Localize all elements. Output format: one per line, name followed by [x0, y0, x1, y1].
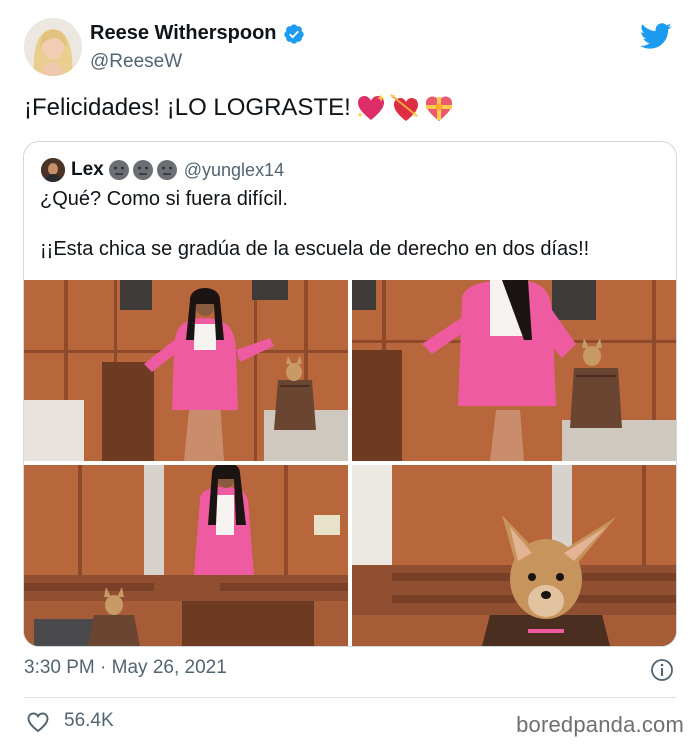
- photo-3[interactable]: [24, 465, 348, 646]
- author-handle[interactable]: @ReeseW: [90, 51, 182, 73]
- tweet-header: Reese Witherspoon @ReeseW: [24, 16, 680, 80]
- info-icon[interactable]: [650, 658, 674, 682]
- heart-icon[interactable]: [26, 710, 50, 734]
- photo-grid: [24, 280, 676, 646]
- quoted-avatar[interactable]: [41, 158, 65, 182]
- tweet-timestamp[interactable]: 3:30 PM · May 26, 2021: [24, 657, 227, 679]
- tweet-text: ¡Felicidades! ¡LO LOGRASTE!: [24, 94, 351, 121]
- photo-2[interactable]: [352, 280, 676, 461]
- neutral-face-icon: [132, 160, 153, 180]
- like-count: 56.4K: [64, 710, 114, 731]
- quoted-name[interactable]: Lex: [71, 159, 104, 181]
- photo-4[interactable]: [352, 465, 676, 646]
- twitter-bird-icon[interactable]: [640, 20, 672, 52]
- neutral-face-icon: [108, 160, 129, 180]
- divider: [24, 697, 676, 698]
- quoted-tweet[interactable]: Lex @yunglex14 ¿Qué? Como si fuera difíc…: [23, 141, 677, 647]
- watermark: boredpanda.com: [516, 712, 684, 737]
- verified-badge-icon: [283, 23, 304, 44]
- quoted-handle[interactable]: @yunglex14: [184, 160, 284, 181]
- neutral-face-icon: [156, 160, 177, 180]
- heart-with-arrow-icon: [390, 94, 418, 121]
- author-name[interactable]: Reese Witherspoon: [90, 22, 277, 45]
- quoted-text-line-1: ¿Qué? Como si fuera difícil.: [40, 188, 288, 210]
- sparkling-heart-icon: [356, 94, 385, 120]
- quoted-text-line-2: ¡¡Esta chica se gradúa de la escuela de …: [40, 238, 590, 260]
- author-avatar[interactable]: [24, 18, 82, 76]
- heart-with-ribbon-icon: [425, 96, 452, 121]
- photo-1[interactable]: [24, 280, 348, 461]
- tweet-body: ¡Felicidades! ¡LO LOGRASTE!: [24, 92, 455, 124]
